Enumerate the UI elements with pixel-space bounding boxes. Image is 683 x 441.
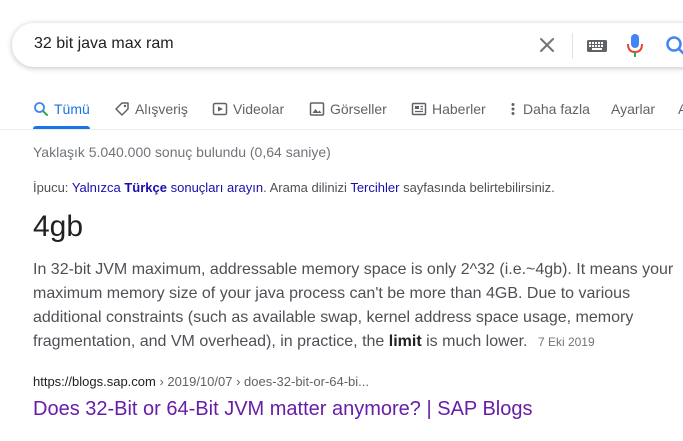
tab-label: Daha fazla [523,101,590,117]
microphone-icon[interactable] [626,33,644,59]
tab-more[interactable]: Daha fazla [508,99,590,119]
tab-all[interactable]: Tümü [33,99,90,119]
tab-label: Ayarlar [611,101,656,117]
search-input[interactable]: 32 bit java max ram [34,35,514,53]
tab-label: A [678,101,683,117]
result-stats: Yaklaşık 5.040.000 sonuç bulundu (0,64 s… [33,144,331,160]
search-divider [572,33,573,59]
tag-icon [115,102,129,116]
tab-settings[interactable]: Ayarlar [611,99,655,119]
result-url: https://blogs.sap.com › 2019/10/07 › doe… [33,374,369,389]
news-icon [411,102,427,116]
language-tip: İpucu: Yalnızca Türkçe sonuçları arayın.… [33,180,555,195]
tab-label: Haberler [432,101,486,117]
play-icon [212,102,228,116]
result-title-link[interactable]: Does 32-Bit or 64-Bit JVM matter anymore… [33,398,532,421]
featured-answer: 4gb [33,210,84,243]
tab-images[interactable]: Görseller [309,99,387,119]
result-site: https://blogs.sap.com [33,374,156,389]
preferences-link[interactable]: Tercihler [350,180,399,195]
tip-suffix: sayfasında belirtebilirsiniz. [403,180,555,195]
tab-news[interactable]: Haberler [411,99,486,119]
keyboard-icon[interactable] [586,38,608,54]
tip-prefix: İpucu: [33,180,69,195]
search-submit-icon[interactable] [664,34,683,58]
tab-shopping[interactable]: Alışveriş [114,99,188,119]
tip-link-bold: Türkçe [124,180,167,195]
tab-label: Alışveriş [135,101,188,117]
clear-icon[interactable] [537,35,557,55]
tab-label: Videolar [233,101,285,117]
search-icon [34,102,48,116]
search-tabs: Tümü Alışveriş Videolar Görseller Haberl… [0,90,683,130]
snippet-bold: limit [388,333,422,350]
tip-middle: . Arama dilinizi [263,180,347,195]
more-vert-icon [511,103,515,115]
tip-link-text: sonuçları arayın [170,180,264,195]
tab-label: Tümü [54,101,90,117]
tabs-divider [0,129,683,130]
tab-videos[interactable]: Videolar [212,99,284,119]
turkish-only-link[interactable]: Yalnızca Türkçe sonuçları arayın [72,180,263,195]
featured-snippet: In 32-bit JVM maximum, addressable memor… [33,258,683,354]
tab-tools[interactable]: A [678,99,683,119]
tip-link-text: Yalnızca [71,180,121,195]
image-icon [309,102,325,116]
snippet-text-end: is much lower. [426,333,528,350]
result-path: › 2019/10/07 › does-32-bit-or-64-bi... [155,374,370,389]
snippet-date: 7 Eki 2019 [537,335,595,349]
tab-label: Görseller [330,101,387,117]
